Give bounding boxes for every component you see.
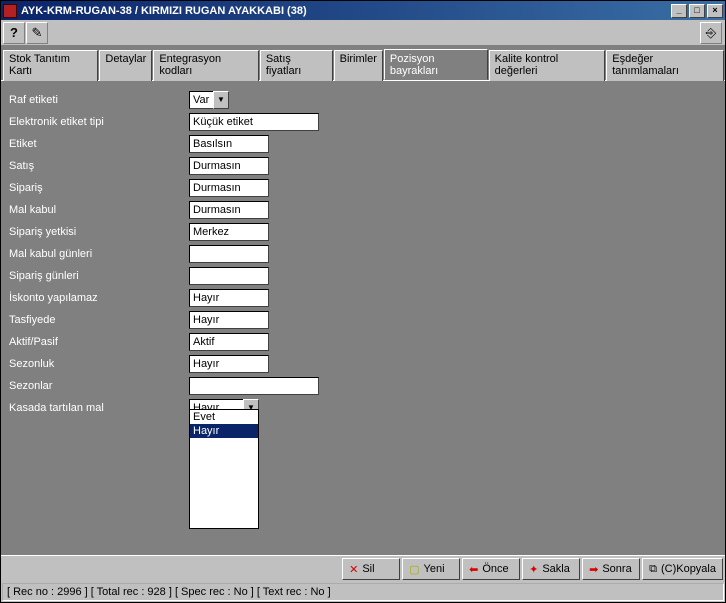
sakla-label: Sakla — [542, 563, 570, 575]
sonra-label: Sonra — [602, 563, 631, 575]
kopyala-button[interactable]: ⧉ (C)Kopyala — [642, 558, 723, 580]
input-etiket[interactable] — [189, 135, 269, 153]
input-sezonluk[interactable] — [189, 355, 269, 373]
sakla-button[interactable]: ✦ Sakla — [522, 558, 580, 580]
dropdown-option-hayir[interactable]: Hayır — [190, 424, 258, 438]
input-aktif-pasif[interactable] — [189, 333, 269, 351]
label-kasada-tartilan: Kasada tartılan mal — [9, 402, 189, 414]
input-siparis-gunleri[interactable] — [189, 267, 269, 285]
tab-entegrasyon[interactable]: Entegrasyon kodları — [153, 50, 259, 81]
once-label: Önce — [482, 563, 508, 575]
label-iskonto: İskonto yapılamaz — [9, 292, 189, 304]
sil-button[interactable]: ✕ Sil — [342, 558, 400, 580]
label-tasfiyede: Tasfiyede — [9, 314, 189, 326]
help-icon: ? — [10, 25, 18, 40]
label-etiket: Etiket — [9, 138, 189, 150]
dropdown-list-kasada[interactable]: Evet Hayır — [189, 409, 259, 529]
input-mal-kabul-gunleri[interactable] — [189, 245, 269, 263]
label-sezonluk: Sezonluk — [9, 358, 189, 370]
input-iskonto[interactable] — [189, 289, 269, 307]
new-icon: ▢ — [409, 563, 419, 576]
copy-icon: ⧉ — [649, 563, 657, 576]
app-icon — [3, 4, 17, 18]
tab-stok-tanitim[interactable]: Stok Tanıtım Kartı — [3, 50, 98, 81]
toolbar: ? ✎ ⎆ — [1, 20, 725, 46]
once-button[interactable]: ⬅ Önce — [462, 558, 520, 580]
door-exit-icon: ⎆ — [706, 25, 716, 41]
label-sezonlar: Sezonlar — [9, 380, 189, 392]
prev-icon: ⬅ — [469, 563, 478, 576]
label-mal-kabul-gunleri: Mal kabul günleri — [9, 248, 189, 260]
kopyala-label: (C)Kopyala — [661, 563, 716, 575]
input-satis[interactable] — [189, 157, 269, 175]
dropdown-button[interactable]: ▼ — [213, 91, 229, 109]
label-siparis: Sipariş — [9, 182, 189, 194]
tab-birimler[interactable]: Birimler — [334, 50, 383, 81]
exit-button[interactable]: ⎆ — [700, 22, 722, 44]
pencil-icon: ✎ — [32, 25, 43, 41]
tab-esdeger[interactable]: Eşdeğer tanımlamaları — [606, 50, 724, 81]
save-icon: ✦ — [529, 563, 538, 576]
statusbar: [ Rec no : 2996 ] [ Total rec : 928 ] [ … — [2, 583, 724, 601]
input-raf-etiketi[interactable] — [189, 91, 213, 109]
tab-satis-fiyatlari[interactable]: Satış fiyatları — [260, 50, 333, 81]
input-siparis[interactable] — [189, 179, 269, 197]
minimize-button[interactable]: _ — [671, 4, 687, 18]
dropdown-empty-area — [190, 438, 258, 528]
input-mal-kabul[interactable] — [189, 201, 269, 219]
sil-label: Sil — [362, 563, 374, 575]
titlebar: AYK-KRM-RUGAN-38 / KIRMIZI RUGAN AYAKKAB… — [1, 1, 725, 20]
label-siparis-gunleri: Sipariş günleri — [9, 270, 189, 282]
input-elektronik-etiket[interactable] — [189, 113, 319, 131]
close-button[interactable]: × — [707, 4, 723, 18]
input-siparis-yetkisi[interactable] — [189, 223, 269, 241]
label-aktif-pasif: Aktif/Pasif — [9, 336, 189, 348]
footer-toolbar: ✕ Sil ▢ Yeni ⬅ Önce ✦ Sakla ➡ Sonra ⧉ (C)Kopya… — [1, 555, 725, 582]
yeni-label: Yeni — [424, 563, 445, 575]
window-title: AYK-KRM-RUGAN-38 / KIRMIZI RUGAN AYAKKAB… — [21, 5, 669, 17]
tab-kalite-kontrol[interactable]: Kalite kontrol değerleri — [489, 50, 606, 81]
label-satis: Satış — [9, 160, 189, 172]
label-elektronik-etiket: Elektronik etiket tipi — [9, 116, 189, 128]
input-sezonlar[interactable] — [189, 377, 319, 395]
tabs-container: Stok Tanıtım Kartı Detaylar Entegrasyon … — [1, 46, 725, 81]
edit-button[interactable]: ✎ — [26, 22, 48, 44]
label-mal-kabul: Mal kabul — [9, 204, 189, 216]
dropdown-option-evet[interactable]: Evet — [190, 410, 258, 424]
label-siparis-yetkisi: Sipariş yetkisi — [9, 226, 189, 238]
maximize-button[interactable]: □ — [689, 4, 705, 18]
yeni-button[interactable]: ▢ Yeni — [402, 558, 460, 580]
next-icon: ➡ — [589, 563, 598, 576]
form-content: Raf etiketi ▼ Elektronik etiket tipi Eti… — [1, 81, 725, 555]
help-button[interactable]: ? — [3, 22, 25, 44]
input-tasfiyede[interactable] — [189, 311, 269, 329]
tab-pozisyon-bayraklari[interactable]: Pozisyon bayrakları — [384, 49, 488, 80]
tab-detaylar[interactable]: Detaylar — [99, 50, 152, 81]
sonra-button[interactable]: ➡ Sonra — [582, 558, 640, 580]
delete-icon: ✕ — [349, 563, 358, 576]
label-raf-etiketi: Raf etiketi — [9, 94, 189, 106]
